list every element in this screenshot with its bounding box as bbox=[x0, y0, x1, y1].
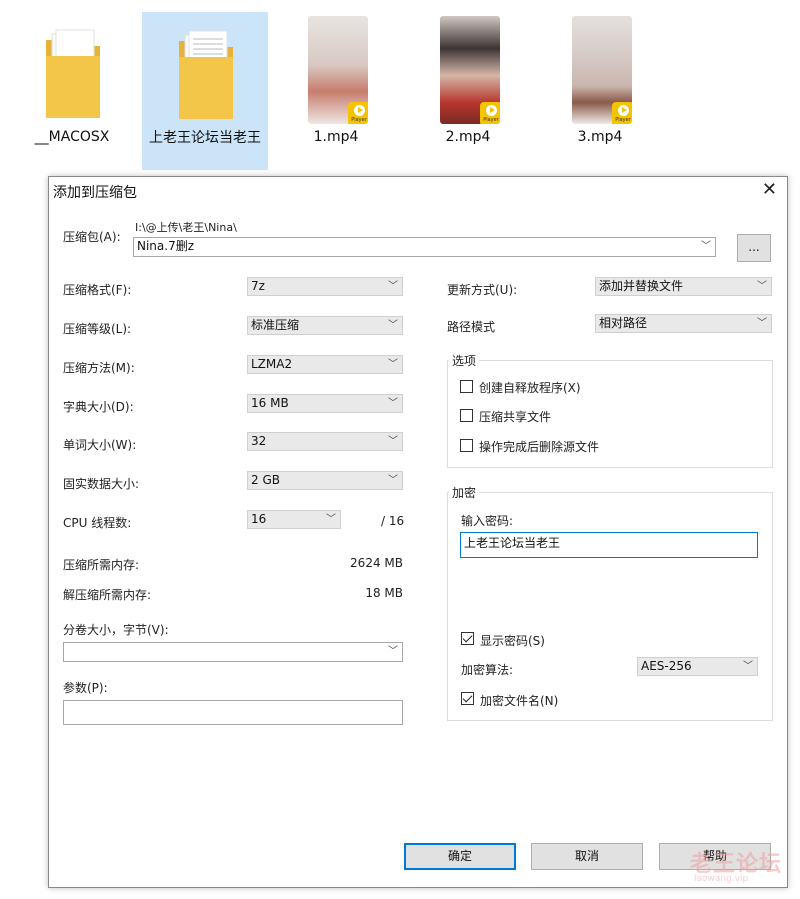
format-value: 7z bbox=[251, 279, 265, 293]
dict-label: 字典大小(D): bbox=[63, 400, 134, 414]
chevron-down-icon: ﹀ bbox=[743, 661, 753, 672]
level-label: 压缩等级(L): bbox=[63, 322, 132, 336]
file-name: 2.mp4 bbox=[445, 129, 491, 145]
archive-label: 压缩包(A): bbox=[63, 230, 121, 244]
archive-name-value: Nina.7删z bbox=[137, 239, 195, 253]
ok-button[interactable]: 确定 bbox=[404, 843, 516, 870]
file-name: 上老王论坛当老王 bbox=[149, 130, 261, 146]
mem-decompress-label: 解压缩所需内存: bbox=[63, 588, 152, 602]
archive-path: I:\@上传\老王\Nina\ bbox=[135, 221, 237, 234]
method-select[interactable]: LZMA2 ﹀ bbox=[247, 355, 403, 374]
path-mode-label: 路径模式 bbox=[447, 320, 496, 334]
update-value: 添加并替换文件 bbox=[599, 279, 684, 293]
word-value: 32 bbox=[251, 434, 267, 448]
algo-value: AES-256 bbox=[641, 659, 692, 673]
solid-label: 固实数据大小: bbox=[63, 477, 140, 491]
update-label: 更新方式(U): bbox=[447, 283, 518, 297]
player-icon: Player bbox=[348, 102, 368, 124]
add-to-archive-dialog: 添加到压缩包 ✕ 压缩包(A): I:\@上传\老王\Nina\ Nina.7删… bbox=[48, 176, 788, 888]
mem-decompress-value: 18 MB bbox=[365, 586, 403, 600]
dict-value: 16 MB bbox=[251, 396, 289, 410]
cpu-select[interactable]: 16 ﹀ bbox=[247, 510, 341, 529]
password-label: 输入密码: bbox=[461, 514, 514, 528]
format-label: 压缩格式(F): bbox=[63, 283, 132, 297]
format-select[interactable]: 7z ﹀ bbox=[247, 277, 403, 296]
volume-size-combo[interactable]: ﹀ bbox=[63, 642, 403, 662]
solid-value: 2 GB bbox=[251, 473, 280, 487]
watermark-url: laowang.vip bbox=[694, 874, 749, 884]
path-mode-value: 相对路径 bbox=[599, 316, 648, 330]
solid-select[interactable]: 2 GB ﹀ bbox=[247, 471, 403, 490]
chevron-down-icon: ﹀ bbox=[388, 398, 398, 409]
file-name: __MACOSX bbox=[34, 129, 110, 145]
file-name: 3.mp4 bbox=[577, 129, 623, 145]
options-title: 选项 bbox=[449, 352, 480, 369]
password-input[interactable]: 上老王论坛当老王 bbox=[460, 532, 758, 558]
cpu-label: CPU 线程数: bbox=[63, 516, 132, 530]
chevron-down-icon: ﹀ bbox=[388, 281, 398, 292]
chevron-down-icon: ﹀ bbox=[388, 475, 398, 486]
title-bar: 添加到压缩包 ✕ bbox=[49, 177, 787, 205]
sfx-label: 创建自释放程序(X) bbox=[479, 381, 581, 395]
chevron-down-icon[interactable]: ﹀ bbox=[701, 238, 711, 255]
cancel-button[interactable]: 取消 bbox=[531, 843, 643, 870]
chevron-down-icon: ﹀ bbox=[757, 281, 767, 292]
delete-source-checkbox[interactable] bbox=[460, 439, 473, 452]
cpu-total: / 16 bbox=[381, 514, 405, 528]
chevron-down-icon: ﹀ bbox=[388, 436, 398, 447]
file-item-1-mp4[interactable]: Player 1.mp4 bbox=[274, 12, 398, 168]
close-button[interactable]: ✕ bbox=[762, 179, 777, 200]
update-select[interactable]: 添加并替换文件 ﹀ bbox=[595, 277, 772, 296]
file-item-3-mp4[interactable]: Player 3.mp4 bbox=[538, 12, 662, 168]
method-value: LZMA2 bbox=[251, 357, 293, 371]
shared-label: 压缩共享文件 bbox=[479, 410, 552, 424]
params-label: 参数(P): bbox=[63, 681, 108, 695]
cpu-value: 16 bbox=[251, 512, 267, 526]
folder-icon bbox=[179, 30, 233, 119]
player-icon: Player bbox=[612, 102, 632, 124]
path-mode-select[interactable]: 相对路径 ﹀ bbox=[595, 314, 772, 333]
folder-icon bbox=[46, 29, 100, 118]
word-label: 单词大小(W): bbox=[63, 438, 137, 452]
chevron-down-icon: ﹀ bbox=[388, 359, 398, 370]
params-input[interactable] bbox=[63, 700, 403, 725]
file-name: 1.mp4 bbox=[313, 129, 359, 145]
word-select[interactable]: 32 ﹀ bbox=[247, 432, 403, 451]
delete-source-label: 操作完成后删除源文件 bbox=[479, 440, 600, 454]
archive-name-combo[interactable]: Nina.7删z ﹀ bbox=[133, 237, 716, 257]
file-item-folder-selected[interactable]: 上老王论坛当老王 bbox=[142, 12, 268, 170]
show-password-checkbox[interactable] bbox=[461, 632, 474, 645]
encrypt-names-label: 加密文件名(N) bbox=[480, 694, 559, 708]
chevron-down-icon: ﹀ bbox=[388, 320, 398, 331]
chevron-down-icon: ﹀ bbox=[326, 514, 336, 525]
show-password-label: 显示密码(S) bbox=[480, 634, 545, 648]
volume-label: 分卷大小，字节(V): bbox=[63, 623, 169, 637]
mem-compress-value: 2624 MB bbox=[350, 556, 403, 570]
method-label: 压缩方法(M): bbox=[63, 361, 135, 375]
chevron-down-icon: ﹀ bbox=[757, 318, 767, 329]
video-thumbnail: Player bbox=[308, 16, 368, 124]
sfx-checkbox[interactable] bbox=[460, 380, 473, 393]
file-item-macosx[interactable]: __MACOSX bbox=[10, 12, 134, 168]
mem-compress-label: 压缩所需内存: bbox=[63, 558, 140, 572]
algo-label: 加密算法: bbox=[461, 663, 514, 677]
chevron-down-icon: ﹀ bbox=[388, 646, 398, 657]
browse-button[interactable]: ... bbox=[737, 234, 771, 262]
video-thumbnail: Player bbox=[572, 16, 632, 124]
encryption-title: 加密 bbox=[449, 484, 480, 501]
dict-select[interactable]: 16 MB ﹀ bbox=[247, 394, 403, 413]
shared-checkbox[interactable] bbox=[460, 409, 473, 422]
file-item-2-mp4[interactable]: Player 2.mp4 bbox=[406, 12, 530, 168]
algo-select[interactable]: AES-256 ﹀ bbox=[637, 657, 758, 676]
video-thumbnail: Player bbox=[440, 16, 500, 124]
player-icon: Player bbox=[480, 102, 500, 124]
level-value: 标准压缩 bbox=[251, 318, 300, 332]
dialog-title: 添加到压缩包 bbox=[53, 185, 137, 201]
level-select[interactable]: 标准压缩 ﹀ bbox=[247, 316, 403, 335]
encrypt-names-checkbox[interactable] bbox=[461, 692, 474, 705]
